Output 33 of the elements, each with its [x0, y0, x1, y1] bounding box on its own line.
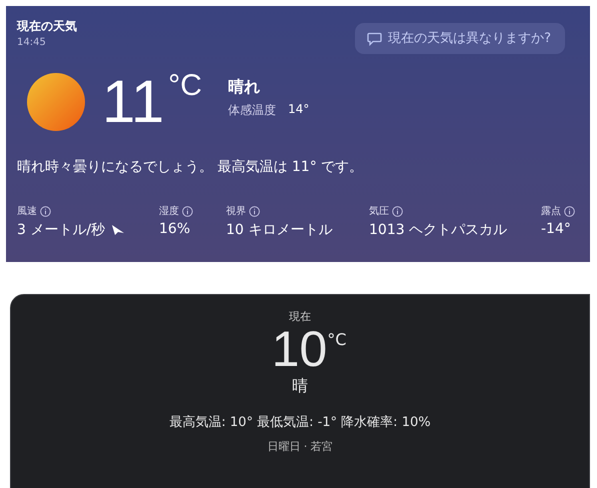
stat-value: -14°	[541, 221, 571, 237]
temperature-unit: °C	[327, 330, 346, 349]
info-icon[interactable]	[40, 206, 51, 216]
temperature: 11	[102, 72, 164, 132]
stat-value: 1013 ヘクトパスカル	[369, 221, 508, 239]
time-label: 14:45	[17, 37, 47, 48]
temperature-details: 最高気温: 10° 最低気温: -1° 降水確率: 10%	[169, 414, 431, 431]
stat-value: 10 キロメートル	[226, 221, 332, 239]
info-icon[interactable]	[392, 206, 403, 216]
day-location: 日曜日 · 若宮	[267, 439, 333, 454]
wind-direction-icon	[111, 224, 126, 236]
info-icon[interactable]	[182, 206, 193, 216]
condition-label: 晴れ	[228, 77, 261, 98]
stat-label: 視界	[226, 204, 246, 218]
stat-label: 風速	[17, 204, 37, 218]
temperature-unit: °C	[168, 69, 202, 103]
stat-label: 気圧	[369, 205, 389, 218]
now-label: 現在	[289, 309, 311, 324]
card-title: 現在の天気	[17, 18, 77, 35]
info-icon[interactable]	[564, 206, 575, 216]
info-icon[interactable]	[249, 206, 260, 216]
feels-like-label: 体感温度	[228, 102, 276, 119]
stat-value: 16%	[159, 221, 190, 237]
stat-value: 3 メートル/秒	[17, 221, 106, 239]
forecast-summary: 晴れ時々曇りになるでしょう。 最高気温は 11° です。	[17, 158, 364, 176]
speech-bubble-icon	[367, 30, 382, 46]
feels-like-value: 14°	[288, 102, 310, 118]
sun-icon	[27, 73, 85, 131]
feedback-button[interactable]: 現在の天気は異なりますか?	[355, 23, 565, 54]
stat-label: 湿度	[159, 204, 179, 218]
condition-label: 晴	[292, 376, 308, 397]
temperature: 10	[272, 324, 328, 374]
stat-label: 露点	[541, 204, 561, 218]
